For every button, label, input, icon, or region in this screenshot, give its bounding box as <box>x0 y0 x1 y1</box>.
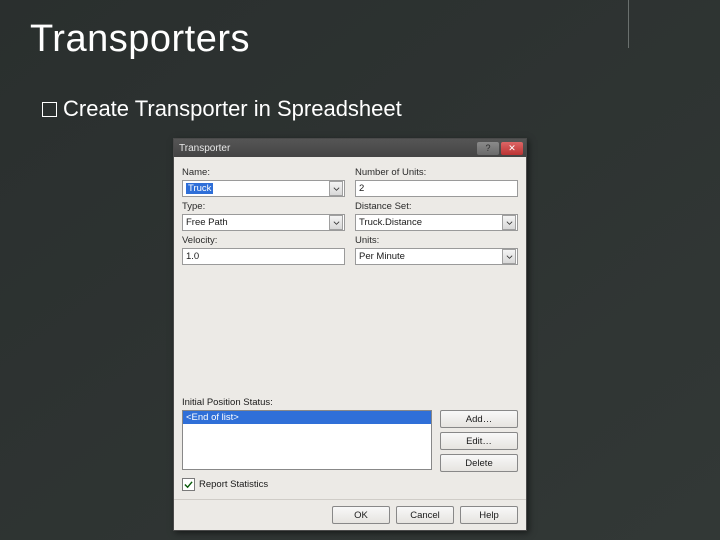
help-icon[interactable]: ? <box>477 142 499 155</box>
chevron-down-icon[interactable] <box>329 215 343 230</box>
type-value: Free Path <box>186 217 228 228</box>
add-button[interactable]: Add… <box>440 410 518 428</box>
transporter-dialog: Transporter ? ✕ Name: Truck Number of Un… <box>173 138 527 531</box>
cancel-button[interactable]: Cancel <box>396 506 454 524</box>
units-count-value: 2 <box>359 183 364 194</box>
name-field[interactable]: Truck <box>182 180 345 197</box>
slide-title: Transporters <box>30 18 250 61</box>
help-button[interactable]: Help <box>460 506 518 524</box>
ok-button[interactable]: OK <box>332 506 390 524</box>
label-distance-set: Distance Set: <box>355 201 518 212</box>
dialog-titlebar[interactable]: Transporter ? ✕ <box>174 139 526 157</box>
label-report-stats: Report Statistics <box>199 479 268 490</box>
distance-set-field[interactable]: Truck.Distance <box>355 214 518 231</box>
edit-button[interactable]: Edit… <box>440 432 518 450</box>
label-initial-position: Initial Position Status: <box>182 397 518 408</box>
number-of-units-field[interactable]: 2 <box>355 180 518 197</box>
units-field[interactable]: Per Minute <box>355 248 518 265</box>
chevron-down-icon[interactable] <box>502 249 516 264</box>
label-name: Name: <box>182 167 345 178</box>
report-stats-checkbox[interactable] <box>182 478 195 491</box>
close-icon[interactable]: ✕ <box>501 142 523 155</box>
velocity-value: 1.0 <box>186 251 199 262</box>
type-field[interactable]: Free Path <box>182 214 345 231</box>
dialog-title: Transporter <box>179 143 230 154</box>
units-value: Per Minute <box>359 251 405 262</box>
label-type: Type: <box>182 201 345 212</box>
bullet-line: Create Transporter in Spreadsheet <box>42 96 402 122</box>
list-item[interactable]: <End of list> <box>183 411 431 424</box>
distance-set-value: Truck.Distance <box>359 217 422 228</box>
initial-position-list[interactable]: <End of list> <box>182 410 432 470</box>
chevron-down-icon[interactable] <box>502 215 516 230</box>
name-value: Truck <box>186 183 213 194</box>
chevron-down-icon[interactable] <box>329 181 343 196</box>
label-velocity: Velocity: <box>182 235 345 246</box>
bullet-icon <box>42 102 57 117</box>
label-units: Units: <box>355 235 518 246</box>
label-units-count: Number of Units: <box>355 167 518 178</box>
velocity-field[interactable]: 1.0 <box>182 248 345 265</box>
delete-button[interactable]: Delete <box>440 454 518 472</box>
bullet-text: Create Transporter in Spreadsheet <box>63 96 402 122</box>
